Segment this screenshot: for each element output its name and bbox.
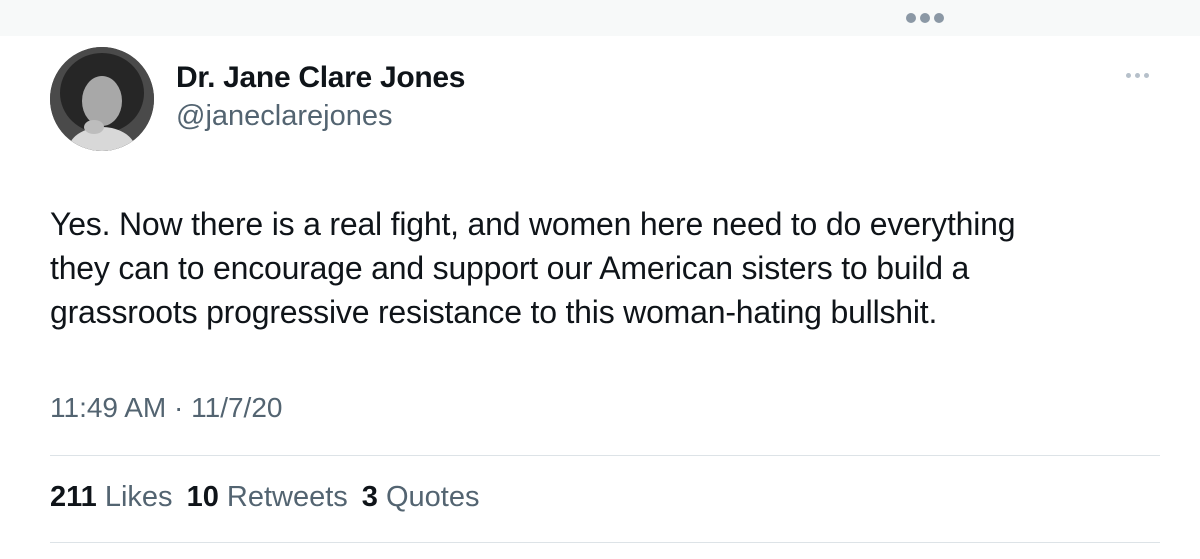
tweet-more-icon[interactable] [1126,68,1149,82]
dot [920,13,930,23]
tweet-time: 11:49 AM [50,392,167,423]
quotes-label: Quotes [385,481,480,513]
likes-count: 211 [50,481,97,513]
divider [50,542,1160,543]
engagement-stats: 211 Likes 10 Retweets 3 Quotes [50,481,479,514]
likes-label: Likes [104,481,173,513]
tweet-text-line: they can to encourage and support our Am… [50,250,970,286]
quotes-count: 3 [361,481,378,513]
divider [50,455,1160,456]
author-handle[interactable]: @janeclarejones [176,100,392,133]
tweet-date: 11/7/20 [191,392,283,423]
quotes-stat[interactable]: 3 Quotes [362,481,480,514]
tweet-text-line: grassroots progressive resistance to thi… [50,294,938,330]
dot [1135,72,1140,78]
retweets-count: 10 [186,481,219,513]
tweet-text-line: Yes. Now there is a real fight, and wome… [50,206,1016,242]
dot [1144,72,1149,78]
tweet-timestamp[interactable]: 11:49 AM · 11/7/20 [50,392,282,424]
timestamp-separator: · [174,392,184,423]
dot [906,13,916,23]
author-display-name[interactable]: Dr. Jane Clare Jones [176,61,465,95]
dot [934,13,944,23]
profile-photo-icon [50,47,154,151]
header-more-icon[interactable] [906,10,944,26]
likes-stat[interactable]: 211 Likes [50,481,173,514]
retweets-stat[interactable]: 10 Retweets [187,481,348,514]
top-bar [0,0,1200,36]
retweets-label: Retweets [226,481,348,513]
dot [1126,72,1131,78]
tweet-text: Yes. Now there is a real fight, and wome… [50,202,1160,334]
avatar[interactable] [50,47,154,151]
